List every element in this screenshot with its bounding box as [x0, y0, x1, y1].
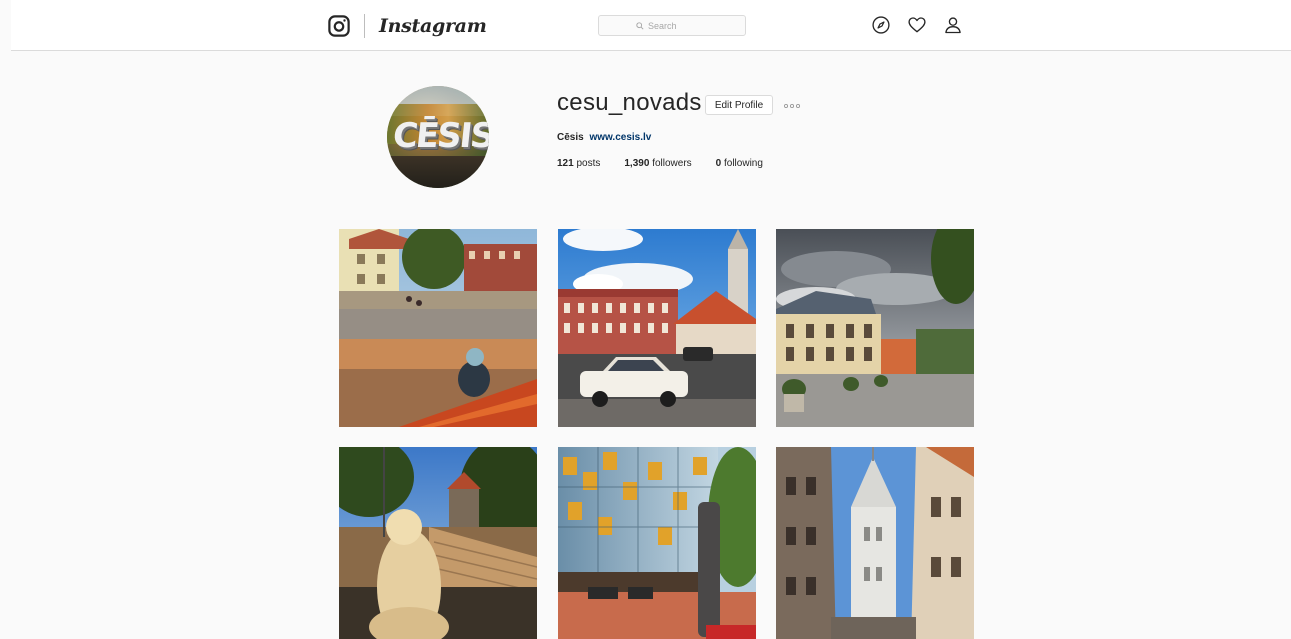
logo-divider: [364, 14, 365, 38]
camera-icon: [328, 15, 350, 37]
post-thumbnail[interactable]: [776, 229, 974, 427]
post-image: [558, 447, 756, 639]
profile-bio: Cēsis www.cesis.lv: [557, 132, 651, 143]
stat-posts: 121 posts: [557, 158, 600, 169]
profile-stats: 121 posts 1,390 followers 0 following: [557, 158, 763, 169]
profile-avatar[interactable]: CĒSIS: [387, 86, 489, 188]
compass-icon[interactable]: [871, 15, 891, 35]
person-icon[interactable]: [943, 15, 963, 35]
post-image: [339, 229, 537, 427]
search-icon: [636, 21, 644, 30]
post-thumbnail[interactable]: [339, 447, 537, 639]
more-dots-icon[interactable]: [783, 103, 801, 109]
avatar-logo-text: CĒSIS: [390, 116, 489, 156]
avatar-ground: [387, 156, 489, 188]
stat-followers-count: 1,390: [624, 158, 650, 169]
stat-posts-label: posts: [576, 158, 601, 169]
instagram-logo[interactable]: Instagram: [328, 12, 487, 40]
stat-followers[interactable]: 1,390 followers: [624, 158, 691, 169]
instagram-wordmark: Instagram: [379, 15, 487, 37]
nav-icons: [871, 15, 963, 35]
stat-following[interactable]: 0 following: [716, 158, 763, 169]
search-box[interactable]: [598, 15, 746, 36]
page: Instagram CĒSIS cesu_novads Edit Profile: [0, 0, 1291, 639]
stat-posts-count: 121: [557, 158, 574, 169]
post-image: [339, 447, 537, 639]
post-image: [558, 229, 756, 427]
post-thumbnail[interactable]: [776, 447, 974, 639]
heart-icon[interactable]: [907, 15, 927, 35]
post-image: [776, 447, 974, 639]
profile-username: cesu_novads: [557, 89, 702, 116]
bio-name: Cēsis: [557, 132, 584, 143]
post-thumbnail[interactable]: [558, 447, 756, 639]
post-thumbnail[interactable]: [339, 229, 537, 427]
edit-profile-button[interactable]: Edit Profile: [705, 95, 773, 115]
stat-following-label: following: [724, 158, 763, 169]
search-input[interactable]: [648, 20, 708, 31]
stat-following-count: 0: [715, 158, 722, 169]
stat-followers-label: followers: [652, 158, 692, 169]
post-image: [776, 229, 974, 427]
post-thumbnail[interactable]: [558, 229, 756, 427]
bio-website-link[interactable]: www.cesis.lv: [589, 132, 651, 143]
